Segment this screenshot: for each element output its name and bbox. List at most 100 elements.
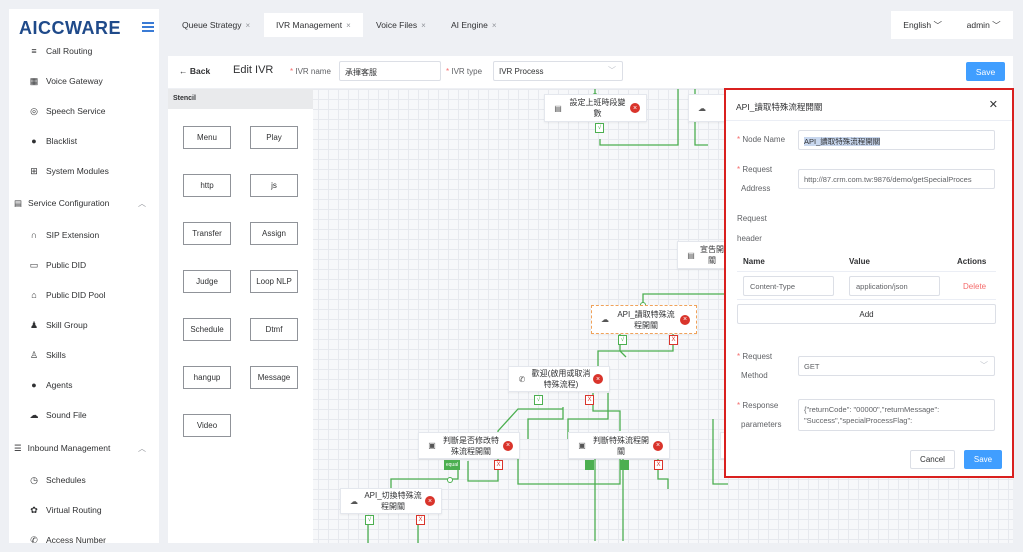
- sidebar-item-skills[interactable]: ♙ Skills: [29, 347, 66, 363]
- sidebar-group-service-configuration[interactable]: ▤ Service Configuration ︿: [14, 195, 154, 211]
- stencil-loop-nlp[interactable]: Loop NLP: [250, 270, 298, 293]
- request-address-input[interactable]: http://87.crm.com.tw:9876/demo/getSpecia…: [798, 169, 995, 189]
- response-parameters-textarea[interactable]: {"returnCode": "00000","returnMessage": …: [798, 399, 995, 431]
- chevron-down-icon: ﹀: [933, 20, 943, 30]
- node-port[interactable]: X: [654, 460, 663, 470]
- app-logo: AICCWARE: [19, 18, 121, 38]
- close-icon[interactable]: ×: [492, 21, 497, 30]
- tab-queue-strategy[interactable]: Queue Strategy ×: [170, 13, 262, 37]
- sidebar-item-sound-file[interactable]: ☁ Sound File: [29, 407, 87, 423]
- request-method-select[interactable]: GET ﹀: [798, 356, 995, 376]
- stencil-schedule[interactable]: Schedule: [183, 318, 231, 341]
- user-menu[interactable]: admin ﹀: [967, 19, 1001, 31]
- delete-node-icon[interactable]: ×: [503, 440, 513, 451]
- tab-ivr-management[interactable]: IVR Management ×: [264, 13, 363, 37]
- sidebar-item-sip-extension[interactable]: ∩ SIP Extension: [29, 227, 99, 243]
- sidebar-item-call-routing[interactable]: ≡ Call Routing: [29, 43, 92, 59]
- stencil-menu[interactable]: Menu: [183, 126, 231, 149]
- sidebar-item-schedules[interactable]: ◷ Schedules: [29, 472, 86, 488]
- delete-node-icon[interactable]: ×: [653, 440, 663, 451]
- ivr-type-select[interactable]: IVR Process ﹀: [493, 61, 623, 81]
- node-port[interactable]: X: [585, 395, 594, 405]
- save-button[interactable]: Save: [966, 62, 1005, 81]
- sidebar-item-blacklist[interactable]: ● Blacklist: [29, 133, 77, 149]
- tab-voice-files[interactable]: Voice Files ×: [364, 13, 438, 37]
- node-port[interactable]: X: [669, 335, 678, 345]
- flow-node[interactable]: ▤ 宣告開關: [677, 241, 727, 269]
- delete-header-button[interactable]: Delete: [963, 282, 986, 291]
- stencil-assign[interactable]: Assign: [250, 222, 298, 245]
- sidebar-item-public-did[interactable]: ▭ Public DID: [29, 257, 86, 273]
- node-port[interactable]: [585, 460, 594, 470]
- request-address-label: * Request: [737, 165, 773, 174]
- ivr-type-label: * IVR type: [446, 67, 483, 76]
- close-icon[interactable]: ×: [246, 21, 251, 30]
- sidebar-item-virtual-routing[interactable]: ✿ Virtual Routing: [29, 502, 101, 518]
- stencil-http[interactable]: http: [183, 174, 231, 197]
- arrow-left-icon: ←: [179, 66, 188, 76]
- sidebar-item-voice-gateway[interactable]: ▦ Voice Gateway: [29, 73, 103, 89]
- sidebar-item-access-number[interactable]: ✆ Access Number: [29, 532, 106, 544]
- node-port[interactable]: √: [534, 395, 543, 405]
- sidebar-item-system-modules[interactable]: ⊞ System Modules: [29, 163, 109, 179]
- cancel-button[interactable]: Cancel: [910, 450, 955, 469]
- stencil-dtmf[interactable]: Dtmf: [250, 318, 298, 341]
- flow-node[interactable]: ▣ 判斷特殊流程開關 ×: [568, 432, 670, 459]
- close-icon[interactable]: ✕: [989, 98, 998, 111]
- stencil-hangup[interactable]: hangup: [183, 366, 231, 389]
- node-port[interactable]: √: [595, 123, 604, 133]
- node-port[interactable]: X: [416, 515, 425, 525]
- phone-icon: ✆: [30, 534, 38, 544]
- menu-collapse-icon[interactable]: [142, 22, 154, 32]
- panel-save-button[interactable]: Save: [964, 450, 1002, 469]
- flow-node[interactable]: ▣ 判斷是否修改特殊流程開關 ×: [418, 432, 520, 459]
- node-port[interactable]: X: [494, 460, 503, 470]
- response-parameters-label: * Response: [737, 401, 779, 410]
- node-port[interactable]: √: [365, 515, 374, 525]
- cloud-icon: ☁: [698, 103, 706, 113]
- sidebar-item-public-did-pool[interactable]: ⌂ Public DID Pool: [29, 287, 105, 303]
- node-name-input[interactable]: API_讀取特殊流程開關: [798, 130, 995, 150]
- sidebar-item-agents[interactable]: ● Agents: [29, 377, 72, 393]
- back-button[interactable]: ← Back: [179, 66, 210, 76]
- stencil-transfer[interactable]: Transfer: [183, 222, 231, 245]
- user-icon: ●: [31, 136, 37, 146]
- delete-node-icon[interactable]: ×: [425, 496, 435, 506]
- language-select[interactable]: English ﹀: [903, 19, 942, 31]
- header-value-input[interactable]: application/json: [849, 276, 940, 296]
- flow-node[interactable]: ☁: [688, 94, 728, 122]
- stencil-judge[interactable]: Judge: [183, 270, 231, 293]
- header-name-input[interactable]: Content-Type: [743, 276, 834, 296]
- stencil-message[interactable]: Message: [250, 366, 298, 389]
- calendar-grid-icon: ▦: [29, 75, 39, 86]
- request-header-label: Request: [737, 214, 767, 223]
- tab-ai-engine[interactable]: AI Engine ×: [439, 13, 509, 37]
- request-header-label-2: header: [737, 234, 762, 243]
- add-header-button[interactable]: Add: [737, 304, 996, 324]
- node-port-equal[interactable]: equal: [444, 460, 460, 470]
- node-port[interactable]: [620, 460, 629, 470]
- close-icon[interactable]: ×: [421, 21, 426, 30]
- close-icon[interactable]: ×: [346, 21, 351, 30]
- delete-node-icon[interactable]: ×: [680, 314, 690, 325]
- sidebar-item-skill-group[interactable]: ♟ Skill Group: [29, 317, 88, 333]
- ivr-name-label: * IVR name: [290, 67, 331, 76]
- flow-node[interactable]: ✆ 歡迎(啟用或取消特殊流程) ×: [508, 366, 610, 392]
- stencil-play[interactable]: Play: [250, 126, 298, 149]
- ivr-name-input[interactable]: 承揮客服: [339, 61, 441, 81]
- delete-node-icon[interactable]: ×: [593, 374, 603, 384]
- list-icon: ☰: [14, 442, 22, 453]
- flow-node-selected[interactable]: ☁ API_讀取特殊流程開關 ×: [591, 305, 697, 334]
- chevron-up-icon: ︿: [138, 198, 146, 208]
- stencil-js[interactable]: js: [250, 174, 298, 197]
- delete-node-icon[interactable]: ×: [630, 103, 640, 113]
- stencil-video[interactable]: Video: [183, 414, 231, 437]
- user-icon: ●: [31, 380, 37, 390]
- node-port[interactable]: √: [618, 335, 627, 345]
- stencil-panel: Stencil Menu Play http js Transfer Assig…: [168, 89, 313, 543]
- flow-node[interactable]: ▤ 設定上班時段變數 ×: [544, 94, 647, 122]
- sidebar-group-inbound-management[interactable]: ☰ Inbound Management ︿: [14, 440, 154, 456]
- request-method-label-2: Method: [741, 371, 768, 380]
- sidebar-item-speech-service[interactable]: ◎ Speech Service: [29, 103, 105, 119]
- flow-node[interactable]: ☁ API_切換特殊流程開關 ×: [340, 488, 442, 514]
